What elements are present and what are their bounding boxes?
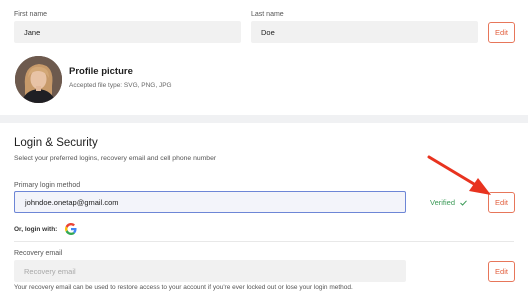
first-name-field[interactable]: Jane <box>14 21 241 43</box>
divider <box>14 241 514 242</box>
edit-recovery-email-button[interactable]: Edit <box>488 261 515 282</box>
verified-status: Verified <box>430 198 467 207</box>
edit-name-button[interactable]: Edit <box>488 22 515 43</box>
avatar-photo <box>15 56 62 103</box>
accepted-file-types: Accepted file type: SVG, PNG, JPG <box>69 82 172 89</box>
check-icon <box>460 199 467 206</box>
verified-text: Verified <box>430 198 456 207</box>
google-icon[interactable] <box>65 223 77 235</box>
section-subtitle: Select your preferred logins, recovery e… <box>14 155 217 162</box>
or-login-with-label: Or, login with: <box>14 225 58 233</box>
avatar[interactable] <box>15 56 62 103</box>
primary-login-field[interactable]: johndoe.onetap@gmail.com <box>14 191 406 213</box>
recovery-help-text: Your recovery email can be used to resto… <box>14 284 353 291</box>
social-login-row: Or, login with: <box>14 223 77 235</box>
edit-primary-login-button[interactable]: Edit <box>488 192 515 213</box>
last-name-label: Last name <box>251 11 284 18</box>
first-name-label: First name <box>14 11 48 18</box>
profile-picture-title: Profile picture <box>69 66 133 77</box>
last-name-field[interactable]: Doe <box>251 21 478 43</box>
primary-login-label: Primary login method <box>14 182 81 189</box>
personal-info-card: First name Jane Last name Doe Edit Profi… <box>0 0 528 115</box>
recovery-email-field[interactable]: Recovery email <box>14 260 406 282</box>
section-title: Login & Security <box>14 137 98 149</box>
recovery-email-label: Recovery email <box>14 250 63 257</box>
